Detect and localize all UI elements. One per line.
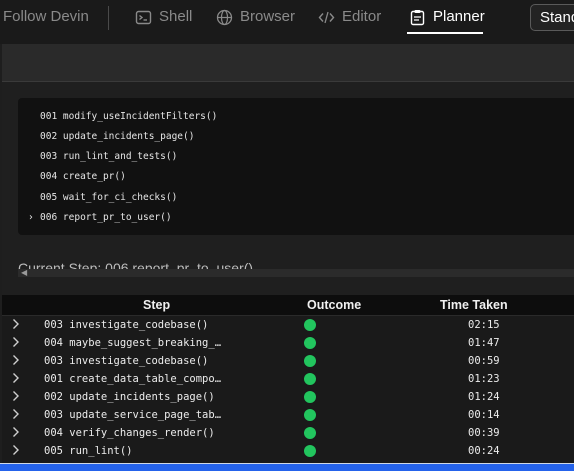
chevron-right-icon[interactable]	[12, 444, 20, 456]
time-taken: 01:47	[468, 337, 500, 349]
chevron-right-icon[interactable]	[12, 390, 20, 402]
tab-shell[interactable]: Shell	[135, 8, 192, 32]
step-name: 003 update_service_page_table()	[44, 409, 222, 421]
mode-select[interactable]: Standard	[530, 4, 574, 31]
column-header-outcome[interactable]: Outcome	[307, 298, 361, 312]
step-name: 004 verify_changes_render()	[44, 427, 215, 439]
chevron-right-icon[interactable]	[12, 408, 20, 420]
table-row[interactable]: 003 update_service_page_table() 00:14	[2, 406, 574, 424]
success-status-icon	[304, 319, 316, 331]
success-status-icon	[304, 391, 316, 403]
tab-label: Planner	[433, 8, 485, 25]
table-row[interactable]: 001 create_data_table_component() 01:23	[2, 370, 574, 388]
success-status-icon	[304, 337, 316, 349]
globe-icon	[216, 9, 233, 26]
plan-step: 003 run_lint_and_tests()	[40, 151, 178, 162]
plan-step: 002 update_incidents_page()	[40, 131, 195, 142]
terminal-icon	[135, 9, 152, 26]
table-row[interactable]: 002 update_incidents_page() 01:24	[2, 388, 574, 406]
step-name: 001 create_data_table_component()	[44, 373, 222, 385]
step-history-table: Step Outcome Time Taken 003 investigate_…	[2, 295, 574, 463]
column-header-time[interactable]: Time Taken	[440, 298, 508, 312]
active-tab-indicator	[407, 32, 483, 34]
chevron-right-icon[interactable]	[12, 354, 20, 366]
success-status-icon	[304, 355, 316, 367]
plan-step-current: › 006 report_pr_to_user()	[28, 212, 172, 223]
follow-devin-button[interactable]: Follow Devin	[3, 8, 89, 25]
plan-step: 005 wait_for_ci_checks()	[40, 192, 178, 203]
top-bar: Follow Devin Shell Browser Editor Planne…	[0, 0, 574, 44]
time-taken: 00:39	[468, 427, 500, 439]
table-header: Step Outcome Time Taken	[2, 295, 574, 316]
column-header-step[interactable]: Step	[143, 298, 170, 312]
time-taken: 00:24	[468, 445, 500, 457]
tab-label: Browser	[240, 8, 296, 25]
step-name: 003 investigate_codebase()	[44, 355, 209, 367]
tab-label: Shell	[159, 8, 193, 25]
plan-step: 004 create_pr()	[40, 171, 126, 182]
table-row[interactable]: 003 investigate_codebase() 00:59	[2, 352, 574, 370]
time-taken: 01:24	[468, 391, 500, 403]
time-taken: 02:15	[468, 319, 500, 331]
plan-steps-list: 001 modify_useIncidentFilters() 002 upda…	[18, 98, 574, 235]
time-taken: 00:14	[468, 409, 500, 421]
tab-browser[interactable]: Browser	[216, 8, 295, 32]
table-row[interactable]: 005 run_lint() 00:24	[2, 442, 574, 460]
tab-label: Editor	[342, 8, 382, 25]
time-taken: 00:59	[468, 355, 500, 367]
step-name: 005 run_lint()	[44, 445, 133, 457]
step-name: 002 update_incidents_page()	[44, 391, 215, 403]
divider	[0, 463, 574, 464]
tab-editor[interactable]: Editor	[318, 8, 381, 32]
planner-header	[2, 44, 574, 82]
step-name: 003 investigate_codebase()	[44, 319, 209, 331]
success-status-icon	[304, 445, 316, 457]
time-taken: 01:23	[468, 373, 500, 385]
scroll-left-icon[interactable]: ◀	[21, 269, 27, 277]
step-name: 004 maybe_suggest_breaking_changes()	[44, 337, 222, 349]
plan-step: 001 modify_useIncidentFilters()	[40, 111, 218, 122]
table-row[interactable]: 003 investigate_codebase() 02:15	[2, 316, 574, 334]
current-step-marker: ›	[28, 212, 34, 223]
chevron-right-icon[interactable]	[12, 318, 20, 330]
code-icon	[318, 9, 335, 26]
chevron-right-icon[interactable]	[12, 336, 20, 348]
plan-area: 001 modify_useIncidentFilters() 002 upda…	[2, 82, 574, 295]
planner-icon	[409, 9, 426, 26]
success-status-icon	[304, 409, 316, 421]
chevron-right-icon[interactable]	[12, 426, 20, 438]
success-status-icon	[304, 373, 316, 385]
table-row[interactable]: 004 maybe_suggest_breaking_changes() 01:…	[2, 334, 574, 352]
table-row[interactable]: 004 verify_changes_render() 00:39	[2, 424, 574, 442]
divider	[108, 6, 109, 30]
success-status-icon	[304, 427, 316, 439]
bottom-progress-bar	[0, 463, 574, 471]
horizontal-scrollbar[interactable]: ◀	[18, 269, 574, 277]
chevron-right-icon[interactable]	[12, 372, 20, 384]
tab-planner[interactable]: Planner	[409, 8, 485, 32]
